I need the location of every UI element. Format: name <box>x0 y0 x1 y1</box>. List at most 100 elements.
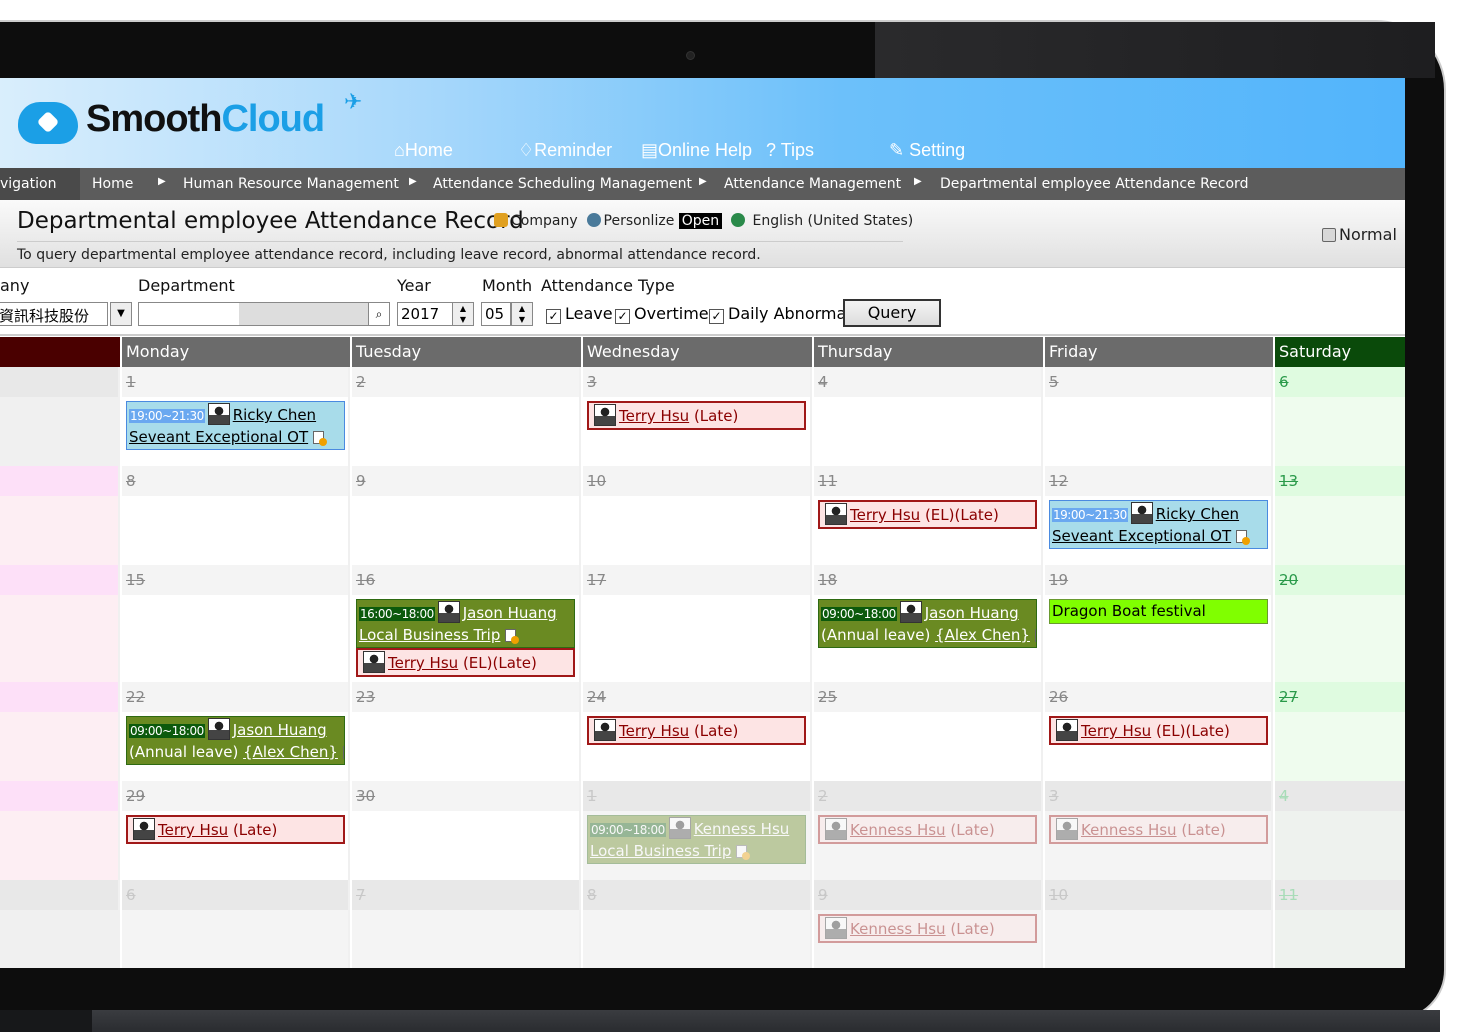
calendar-day[interactable]: 27 <box>1275 682 1405 781</box>
attendance-entry-leave[interactable]: 09:00~18:00 Jason Huang (Annual leave) {Al… <box>818 599 1037 648</box>
attendance-entry-late[interactable]: Terry Hsu (EL)(Late) <box>818 500 1037 529</box>
nav-tips[interactable]: ? Tips <box>766 140 814 161</box>
calendar-day[interactable]: 5 <box>1045 367 1273 466</box>
personlize-link[interactable]: Personlize <box>604 213 675 229</box>
calendar-day[interactable]: 10 <box>1045 880 1273 968</box>
attendance-entry-ot[interactable]: 19:00~21:30 Ricky Chen Seveant Exceptional… <box>126 401 345 450</box>
breadcrumb-item[interactable]: Human Resource Management <box>183 176 399 192</box>
calendar-day[interactable]: 8 <box>122 466 350 565</box>
nav-setting[interactable]: ✎ Setting <box>889 140 965 161</box>
attendance-entry-late[interactable]: Kenness Hsu (Late) <box>1049 815 1268 844</box>
employee-link[interactable]: Kenness Hsu <box>1081 821 1177 839</box>
breadcrumb-item[interactable]: Attendance Scheduling Management <box>433 176 692 192</box>
day-number: 29 <box>122 781 348 811</box>
logo[interactable]: SmoothCloud <box>86 98 325 141</box>
calendar-day[interactable]: 17 <box>583 565 812 682</box>
overtime-checkbox[interactable]: ✓ Overtime <box>615 304 709 324</box>
calendar-day[interactable]: 9 <box>352 466 581 565</box>
calendar-day[interactable]: 11 <box>1275 880 1405 968</box>
calendar-day[interactable]: 25 <box>814 682 1043 781</box>
record-link[interactable]: Local Business Trip <box>359 626 500 644</box>
attendance-entry-late[interactable]: Kenness Hsu (Late) <box>818 914 1037 943</box>
record-link[interactable]: Seveant Exceptional OT <box>1052 527 1231 545</box>
employee-link[interactable]: Terry Hsu <box>619 722 689 740</box>
record-link[interactable]: Local Business Trip <box>590 842 731 860</box>
nav-reminder[interactable]: ♢Reminder <box>518 140 612 161</box>
calendar-day[interactable]: 15 <box>122 565 350 682</box>
nav-online-help[interactable]: ▤Online Help <box>641 140 752 161</box>
employee-link[interactable]: Ricky Chen <box>1156 505 1239 523</box>
calendar-day[interactable]: 10 <box>583 466 812 565</box>
employee-link[interactable]: Jason Huang <box>463 604 557 622</box>
department-input[interactable] <box>138 302 390 326</box>
attendance-entry-holiday[interactable]: Dragon Boat festival <box>1049 599 1268 624</box>
calendar-day[interactable]: 1 <box>0 367 120 466</box>
attendance-entry-late[interactable]: Terry Hsu (Late) <box>587 716 806 745</box>
employee-link[interactable]: Jason Huang <box>233 721 327 739</box>
mode-toggle[interactable]: Normal <box>1322 225 1397 244</box>
year-input[interactable]: 2017 <box>397 302 453 326</box>
attendance-entry-trip[interactable]: 09:00~18:00 Kenness Hsu Local Business Tri… <box>587 815 806 864</box>
day-number: 11 <box>814 466 1041 496</box>
month-input[interactable]: 05 <box>481 302 511 326</box>
attendance-entry-leave[interactable]: 09:00~18:00 Jason Huang (Annual leave) {Al… <box>126 716 345 765</box>
employee-link[interactable]: Terry Hsu <box>388 654 458 672</box>
breadcrumb-item[interactable]: Attendance Management <box>724 176 901 192</box>
employee-link[interactable]: Terry Hsu <box>158 821 228 839</box>
calendar-day[interactable]: 20 <box>1275 565 1405 682</box>
calendar-day[interactable]: 7 <box>0 466 120 565</box>
calendar-day[interactable]: 14 <box>0 565 120 682</box>
calendar-day[interactable]: 4 <box>814 367 1043 466</box>
agent-link[interactable]: {Alex Chen} <box>243 743 338 761</box>
calendar-day[interactable]: 13 <box>1275 466 1405 565</box>
year-stepper[interactable]: ▲ ▼ <box>452 302 474 326</box>
chevron-down-icon[interactable]: ▼ <box>110 302 132 326</box>
attendance-entry-late[interactable]: Terry Hsu (Late) <box>587 401 806 430</box>
day-number: 15 <box>122 565 348 595</box>
record-link[interactable]: Seveant Exceptional OT <box>129 428 308 446</box>
attendance-entry-ot[interactable]: 19:00~21:30 Ricky Chen Seveant Exceptional… <box>1049 500 1268 549</box>
calendar-day[interactable]: 6 <box>122 880 350 968</box>
laptop-base <box>0 1010 1440 1032</box>
month-stepper[interactable]: ▲ ▼ <box>511 302 533 326</box>
holiday-name: Dragon Boat festival <box>1052 602 1206 620</box>
leave-checkbox[interactable]: ✓ Leave <box>546 304 613 324</box>
employee-link[interactable]: Ricky Chen <box>233 406 316 424</box>
query-button[interactable]: Query <box>843 299 941 327</box>
employee-link[interactable]: Kenness Hsu <box>850 920 946 938</box>
day-number: 13 <box>1275 466 1405 496</box>
employee-link[interactable]: Terry Hsu <box>619 407 689 425</box>
day-number: 6 <box>1275 367 1405 397</box>
calendar-day[interactable]: 2 <box>352 367 581 466</box>
calendar-day[interactable]: 21 <box>0 682 120 781</box>
calendar-day[interactable]: 5 <box>0 880 120 968</box>
navigation-toggle[interactable]: vigation <box>0 168 80 200</box>
department-search-icon[interactable]: ⌕ <box>368 302 390 326</box>
calendar-day[interactable]: 30 <box>352 781 581 880</box>
employee-link[interactable]: Kenness Hsu <box>694 820 790 838</box>
employee-link[interactable]: Terry Hsu <box>850 506 920 524</box>
agent-link[interactable]: {Alex Chen} <box>935 626 1030 644</box>
employee-link[interactable]: Jason Huang <box>925 604 1019 622</box>
attendance-entry-late[interactable]: Kenness Hsu (Late) <box>818 815 1037 844</box>
calendar-day[interactable]: 28 <box>0 781 120 880</box>
daily-abnormal-checkbox[interactable]: ✓ Daily Abnormal <box>709 304 851 324</box>
language-selector[interactable]: English (United States) <box>753 213 914 229</box>
employee-link[interactable]: Terry Hsu <box>1081 722 1151 740</box>
company-link[interactable]: Company <box>511 213 578 229</box>
calendar-day[interactable]: 8 <box>583 880 812 968</box>
attendance-entry-late[interactable]: Terry Hsu (Late) <box>126 815 345 844</box>
nav-home[interactable]: ⌂Home <box>394 140 453 161</box>
calendar-day[interactable]: 4 <box>1275 781 1405 880</box>
breadcrumb-item[interactable]: Home <box>92 176 133 192</box>
calendar-day[interactable]: 6 <box>1275 367 1405 466</box>
late-status: (Late) <box>950 821 995 839</box>
calendar-day[interactable]: 23 <box>352 682 581 781</box>
company-select[interactable]: 綠資訊科技股份 <box>0 302 108 326</box>
calendar-day[interactable]: 7 <box>352 880 581 968</box>
open-button[interactable]: Open <box>678 213 723 229</box>
attendance-entry-trip[interactable]: 16:00~18:00 Jason Huang Local Business Tri… <box>356 599 575 648</box>
attendance-entry-late[interactable]: Terry Hsu (EL)(Late) <box>1049 716 1268 745</box>
employee-link[interactable]: Kenness Hsu <box>850 821 946 839</box>
attendance-entry-late[interactable]: Terry Hsu (EL)(Late) <box>356 648 575 677</box>
